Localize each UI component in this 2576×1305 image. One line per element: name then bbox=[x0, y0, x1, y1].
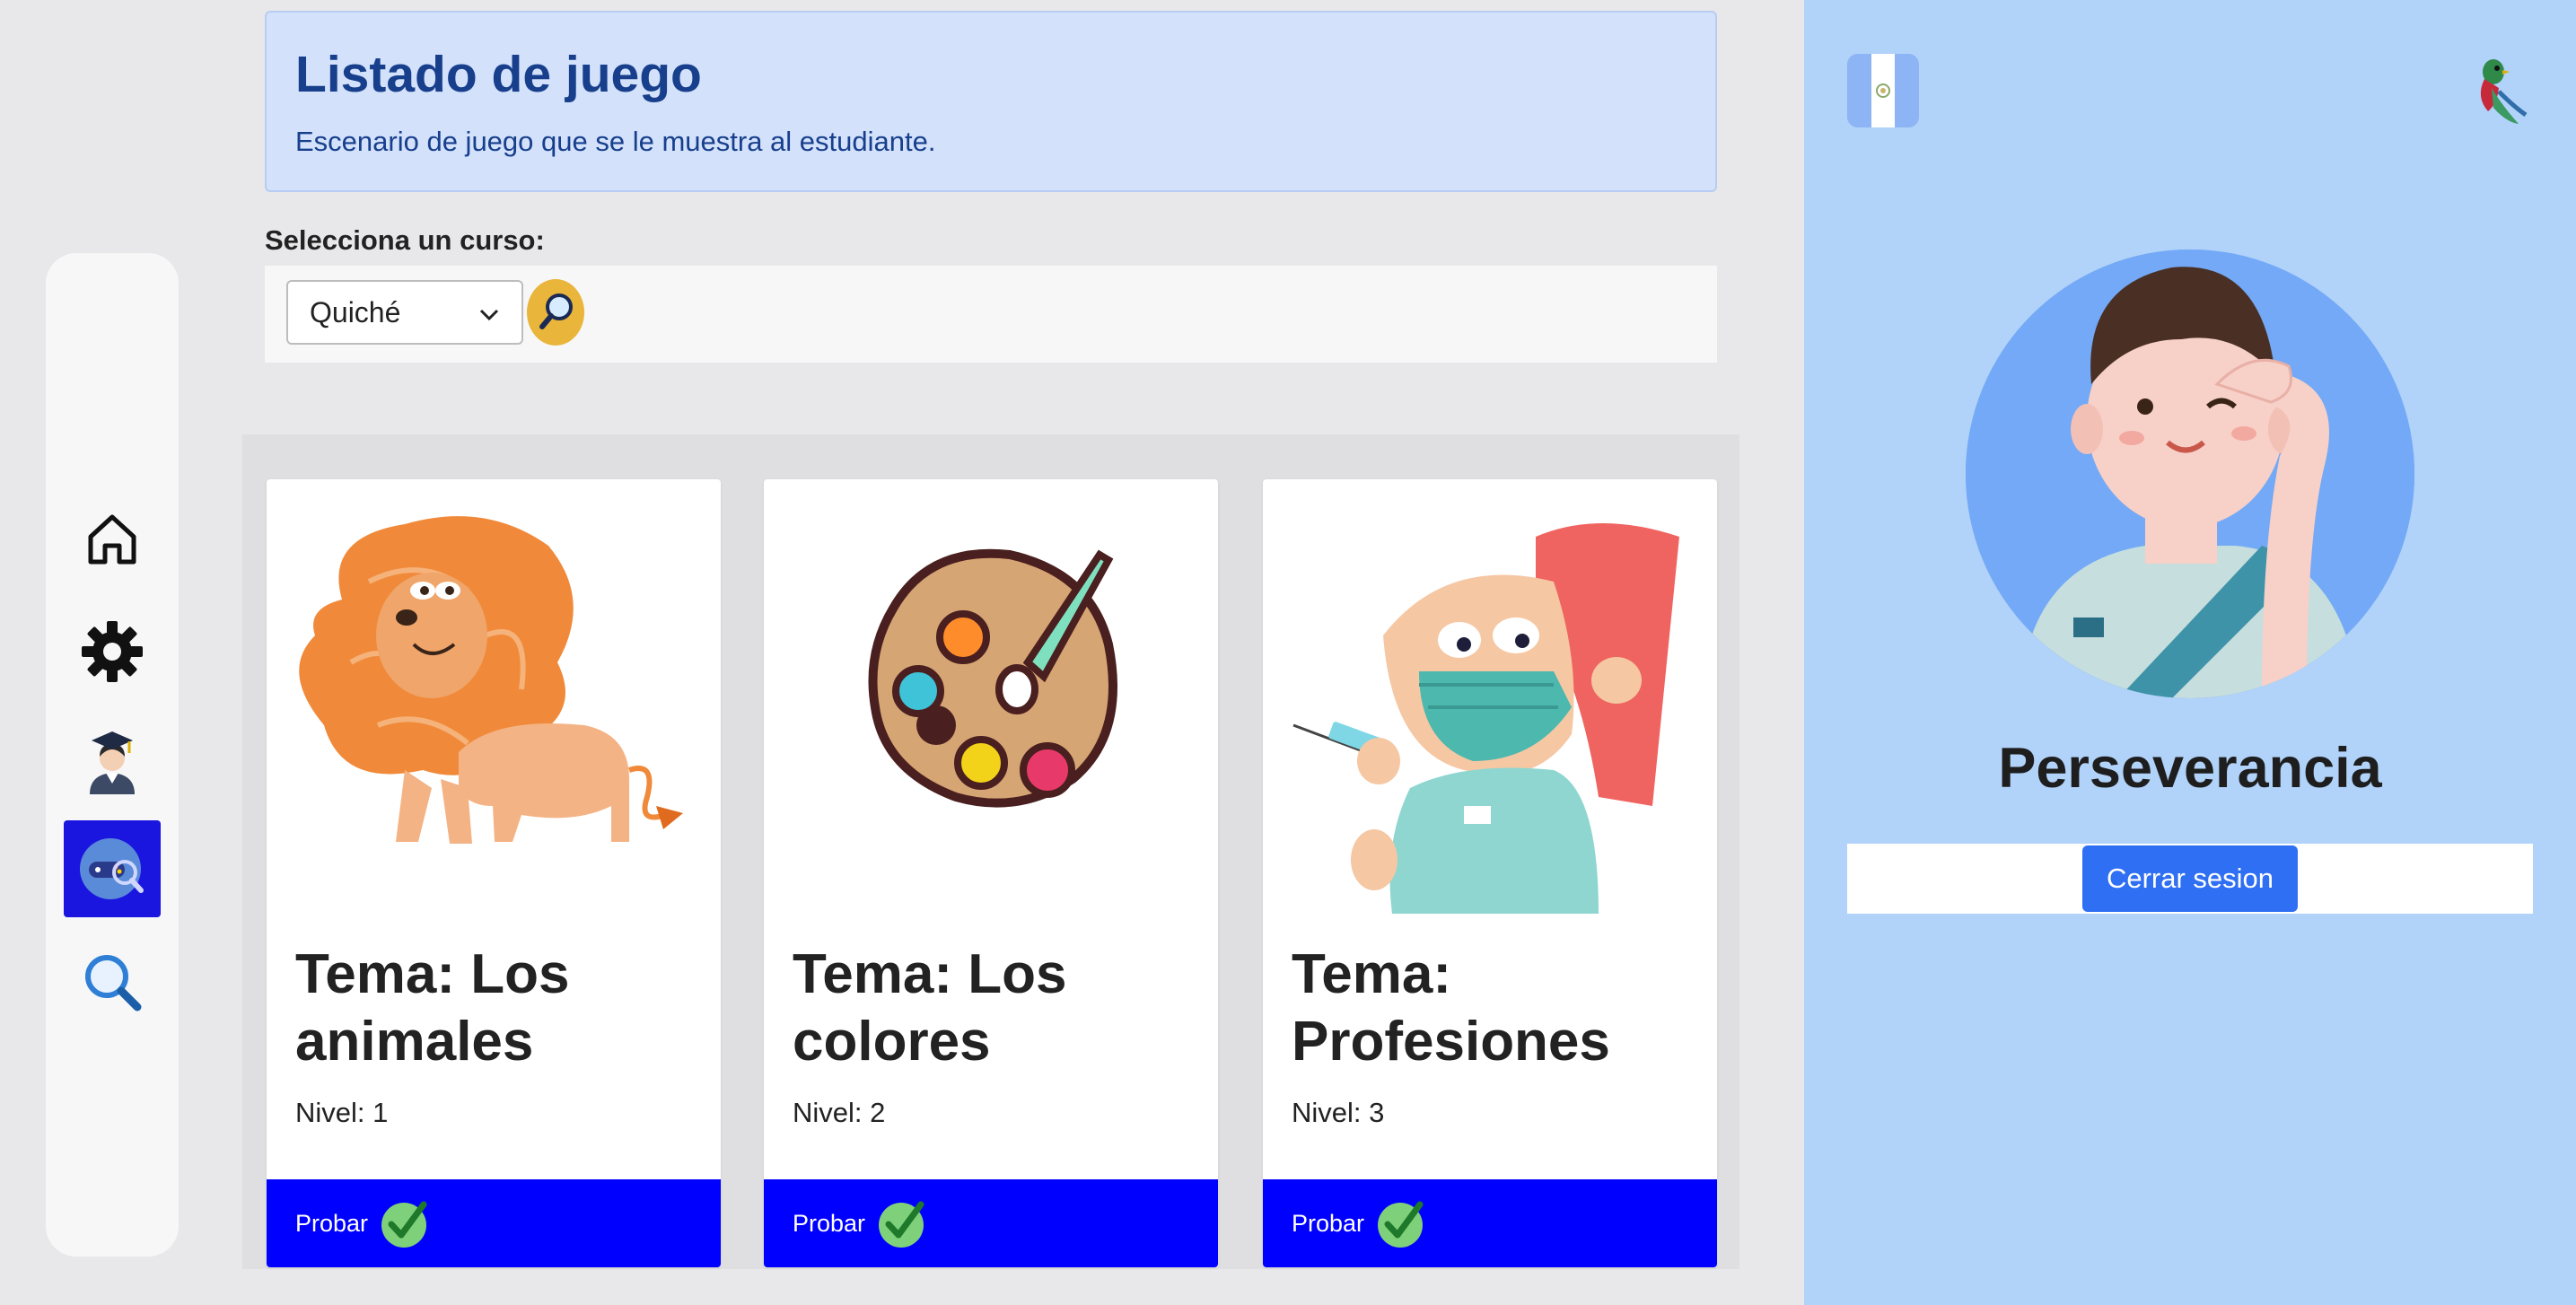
nav-settings-button[interactable] bbox=[64, 603, 161, 700]
try-button-label: Probar bbox=[1292, 1209, 1365, 1237]
magnifier-icon bbox=[527, 279, 584, 346]
page-subtitle: Escenario de juego que se le muestra al … bbox=[295, 126, 936, 157]
nurse-illustration bbox=[1292, 523, 1679, 914]
check-icon bbox=[879, 1201, 924, 1248]
profile-panel: Perseverancia Cerrar sesion bbox=[1804, 0, 2576, 1305]
course-select-value: Quiché bbox=[310, 295, 401, 328]
nav-search-button[interactable] bbox=[64, 933, 161, 1030]
logout-button[interactable]: Cerrar sesion bbox=[2082, 845, 2298, 912]
check-icon bbox=[381, 1201, 427, 1248]
language-flag-button[interactable] bbox=[1847, 54, 1919, 127]
paint-palette-illustration bbox=[868, 548, 1117, 808]
try-button-label: Probar bbox=[295, 1209, 369, 1237]
try-game-button[interactable]: Probar bbox=[267, 1179, 721, 1267]
guatemala-flag-icon bbox=[1847, 54, 1919, 127]
home-icon bbox=[88, 514, 136, 565]
chevron-down-icon bbox=[479, 309, 499, 321]
profile-name: Perseverancia bbox=[1998, 737, 2382, 800]
avatar bbox=[1966, 250, 2414, 698]
card-level: Nivel: 2 bbox=[793, 1097, 886, 1128]
check-icon bbox=[1378, 1201, 1424, 1248]
course-select-label: Selecciona un curso: bbox=[265, 224, 545, 256]
graduate-icon bbox=[90, 731, 135, 794]
games-list: Tema: Los animales Nivel: 1 Probar Tema:… bbox=[242, 434, 1739, 1269]
course-filter-bar: Quiché bbox=[265, 266, 1717, 363]
page-header: Listado de juego Escenario de juego que … bbox=[265, 11, 1717, 192]
game-card: Tema: Profesiones Nivel: 3 Probar bbox=[1263, 479, 1717, 1267]
avatar-illustration bbox=[1966, 250, 2414, 698]
gear-icon bbox=[82, 621, 143, 682]
nav-games-button[interactable] bbox=[64, 820, 161, 917]
card-title: Tema: Profesiones bbox=[1292, 943, 1610, 1073]
try-game-button[interactable]: Probar bbox=[764, 1179, 1218, 1267]
search-course-button[interactable] bbox=[525, 278, 586, 346]
try-game-button[interactable]: Probar bbox=[1263, 1179, 1717, 1267]
game-card: Tema: Los colores Nivel: 2 Probar bbox=[764, 479, 1218, 1267]
quetzal-logo-icon bbox=[2480, 59, 2528, 124]
logout-bar: Cerrar sesion bbox=[1847, 844, 2533, 914]
lion-illustration bbox=[299, 516, 683, 844]
card-title: Tema: Los animales bbox=[295, 943, 570, 1073]
course-select[interactable]: Quiché bbox=[286, 280, 523, 345]
page-title: Listado de juego bbox=[295, 46, 702, 103]
sidebar-nav bbox=[46, 253, 179, 1257]
card-level: Nivel: 1 bbox=[295, 1097, 389, 1128]
game-card: Tema: Los animales Nivel: 1 Probar bbox=[267, 479, 721, 1267]
card-title: Tema: Los colores bbox=[793, 943, 1067, 1073]
nav-students-button[interactable] bbox=[64, 714, 161, 811]
game-icon bbox=[80, 838, 144, 899]
search-icon bbox=[85, 955, 142, 1012]
card-level: Nivel: 3 bbox=[1292, 1097, 1385, 1128]
try-button-label: Probar bbox=[793, 1209, 866, 1237]
nav-home-button[interactable] bbox=[64, 490, 161, 587]
